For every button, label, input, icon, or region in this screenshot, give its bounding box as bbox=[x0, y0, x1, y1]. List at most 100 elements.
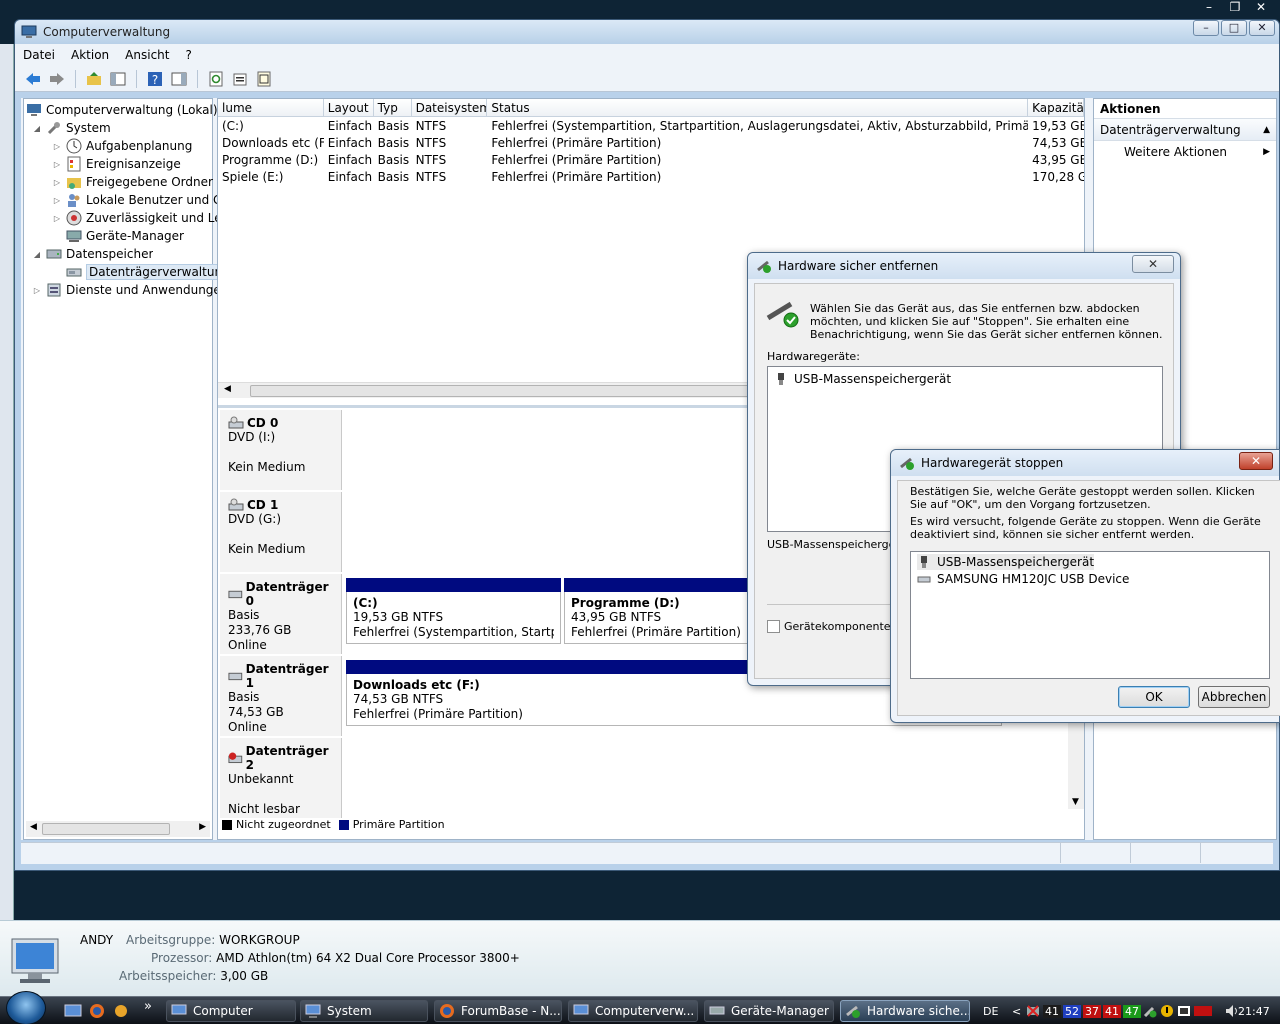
taskbar-item-computerverwaltung[interactable]: Computerverw... bbox=[568, 1000, 698, 1022]
actions-section[interactable]: Datenträgerverwaltung ▲ bbox=[1094, 119, 1276, 141]
collapse-up-icon[interactable]: ▲ bbox=[1263, 119, 1270, 141]
expand-arrow-icon[interactable]: ▷ bbox=[52, 214, 62, 223]
refresh-icon[interactable] bbox=[206, 69, 226, 89]
title-bar[interactable]: Computerverwaltung bbox=[15, 20, 1279, 44]
taskbar-item-firefox[interactable]: ForumBase - N... bbox=[434, 1000, 562, 1022]
taskbar-item-geraete-manager[interactable]: Geräte-Manager bbox=[704, 1000, 834, 1022]
safely-remove-tray-icon[interactable] bbox=[1143, 1004, 1157, 1018]
bg-close-button[interactable]: ✕ bbox=[1250, 0, 1272, 14]
network-disabled-icon[interactable] bbox=[1026, 1004, 1040, 1018]
quicklaunch-more-icon[interactable]: » bbox=[144, 999, 152, 1014]
expand-arrow-icon[interactable]: ▷ bbox=[32, 286, 42, 295]
tray-monitor-value-4[interactable]: 41 bbox=[1103, 1004, 1121, 1018]
list-item[interactable]: USB-Massenspeichergerät bbox=[774, 371, 951, 387]
tree-item-root[interactable]: Computerverwaltung (Lokal) bbox=[26, 101, 218, 119]
hard-disk-icon bbox=[228, 590, 243, 599]
language-indicator[interactable]: DE bbox=[983, 1001, 998, 1021]
list-item[interactable]: USB-Massenspeichergerät bbox=[917, 554, 1095, 570]
show-hide-action-pane-icon[interactable] bbox=[169, 69, 189, 89]
scroll-left-arrow-icon[interactable]: ◀ bbox=[30, 822, 37, 832]
close-button[interactable]: ✕ bbox=[1249, 20, 1275, 36]
show-desktop-icon[interactable] bbox=[64, 1003, 82, 1019]
column-header-capacity[interactable]: Kapazität bbox=[1028, 99, 1084, 116]
tree-item-lokale-benutzer[interactable]: ▷ Lokale Benutzer und Gr bbox=[52, 191, 227, 209]
partition-name: Programme (D:) bbox=[571, 596, 680, 610]
tree-item-geraete-manager[interactable]: Geräte-Manager bbox=[66, 227, 184, 245]
background-window-edge bbox=[0, 44, 14, 924]
expand-arrow-icon[interactable]: ▷ bbox=[52, 160, 62, 169]
properties-icon[interactable] bbox=[230, 69, 250, 89]
minimize-button[interactable]: – bbox=[1193, 20, 1219, 36]
menu-aktion[interactable]: Aktion bbox=[71, 48, 109, 62]
scroll-right-arrow-icon[interactable]: ▶ bbox=[199, 822, 206, 832]
tree-item-system[interactable]: ◢ System bbox=[32, 119, 111, 137]
tree-horizontal-scrollbar[interactable]: ◀ ▶ bbox=[26, 821, 210, 837]
taskbar-item-computer[interactable]: Computer bbox=[166, 1000, 296, 1022]
dialog-close-button[interactable]: ✕ bbox=[1132, 255, 1174, 273]
list-item[interactable]: SAMSUNG HM120JC USB Device bbox=[917, 571, 1129, 587]
cancel-button[interactable]: Abbrechen bbox=[1198, 686, 1270, 708]
column-header-type[interactable]: Typ bbox=[374, 99, 412, 116]
table-row[interactable]: Programme (D:) Einfach Basis NTFS Fehler… bbox=[218, 152, 1084, 169]
taskbar-item-hardware-remove[interactable]: Hardware siche... bbox=[840, 1000, 970, 1022]
menu-help[interactable]: ? bbox=[185, 48, 191, 62]
tray-monitor-value-3[interactable]: 37 bbox=[1083, 1004, 1101, 1018]
tree-item-dienste[interactable]: ▷ Dienste und Anwendungen bbox=[32, 281, 229, 299]
warning-tray-icon[interactable] bbox=[1160, 1004, 1174, 1018]
back-arrow-icon[interactable] bbox=[23, 69, 43, 89]
firefox-icon[interactable] bbox=[88, 1003, 106, 1019]
bg-minimize-button[interactable]: – bbox=[1198, 0, 1220, 14]
expand-arrow-icon[interactable]: ▷ bbox=[52, 196, 62, 205]
scroll-left-arrow-icon[interactable]: ◀ bbox=[224, 384, 231, 394]
column-header-filesystem[interactable]: Dateisystem bbox=[412, 99, 488, 116]
column-header-layout[interactable]: Layout bbox=[324, 99, 374, 116]
tree-item-datenspeicher[interactable]: ◢ Datenspeicher bbox=[32, 245, 153, 263]
disk-2[interactable]: Datenträger 2 Unbekannt Nicht lesbar bbox=[220, 738, 1070, 818]
dialog-title-bar[interactable]: Hardware sicher entfernen bbox=[748, 253, 1180, 279]
partition-d[interactable]: Programme (D:) 43,95 GB NTFS Fehlerfrei … bbox=[564, 578, 754, 644]
tree-item-zuverlaessigkeit[interactable]: ▷ Zuverlässigkeit und Leis bbox=[52, 209, 231, 227]
tray-expand-icon[interactable]: < bbox=[1012, 1001, 1021, 1021]
expand-arrow-icon[interactable]: ▷ bbox=[52, 142, 62, 151]
quicklaunch-app-icon[interactable] bbox=[112, 1003, 130, 1019]
tree-item-datentraegerverwaltung[interactable]: Datenträgerverwaltung bbox=[66, 263, 233, 281]
tree-item-aufgabenplanung[interactable]: ▷ Aufgabenplanung bbox=[52, 137, 192, 155]
partition-c[interactable]: (C:) 19,53 GB NTFS Fehlerfrei (Systempar… bbox=[346, 578, 561, 644]
maximize-button[interactable]: □ bbox=[1221, 20, 1247, 36]
table-row[interactable]: Downloads etc (F:) Einfach Basis NTFS Fe… bbox=[218, 135, 1084, 152]
collapse-arrow-icon[interactable]: ◢ bbox=[32, 124, 42, 133]
checkbox-box[interactable] bbox=[767, 620, 780, 633]
tray-monitor-value-5[interactable]: 47 bbox=[1123, 1004, 1141, 1018]
tree-item-ereignisanzeige[interactable]: ▷ Ereignisanzeige bbox=[52, 155, 181, 173]
table-row[interactable]: Spiele (E:) Einfach Basis NTFS Fehlerfre… bbox=[218, 169, 1084, 186]
tray-monitor-value-2[interactable]: 52 bbox=[1063, 1004, 1081, 1018]
scroll-thumb[interactable] bbox=[42, 823, 170, 835]
devices-to-stop-list[interactable]: USB-Massenspeichergerät SAMSUNG HM120JC … bbox=[910, 551, 1270, 679]
menu-ansicht[interactable]: Ansicht bbox=[125, 48, 169, 62]
status-panel bbox=[1061, 843, 1131, 863]
start-button[interactable] bbox=[6, 991, 46, 1024]
ok-button[interactable]: OK bbox=[1118, 686, 1190, 708]
tray-monitor-value-1[interactable]: 41 bbox=[1043, 1004, 1061, 1018]
ati-tray-icon[interactable] bbox=[1194, 1004, 1212, 1018]
scroll-down-arrow-icon[interactable]: ▼ bbox=[1072, 797, 1079, 807]
show-hide-tree-icon[interactable] bbox=[108, 69, 128, 89]
column-header-status[interactable]: Status bbox=[487, 99, 1029, 116]
security-tray-icon[interactable] bbox=[1177, 1004, 1191, 1018]
up-folder-icon[interactable] bbox=[84, 69, 104, 89]
collapse-arrow-icon[interactable]: ◢ bbox=[32, 250, 42, 259]
export-icon[interactable] bbox=[254, 69, 274, 89]
clock[interactable]: 21:47 bbox=[1238, 1001, 1270, 1021]
forward-arrow-icon[interactable] bbox=[47, 69, 67, 89]
expand-arrow-icon[interactable]: ▷ bbox=[52, 178, 62, 187]
help-icon[interactable]: ? bbox=[145, 69, 165, 89]
column-header-volume[interactable]: lume bbox=[218, 99, 324, 116]
tree-item-freigegebene-ordner[interactable]: ▷ Freigegebene Ordner bbox=[52, 173, 213, 191]
bg-restore-button[interactable]: ❐ bbox=[1224, 0, 1246, 14]
taskbar-item-system[interactable]: System bbox=[300, 1000, 428, 1022]
menu-datei[interactable]: Datei bbox=[23, 48, 55, 62]
more-actions-item[interactable]: Weitere Aktionen ▶ bbox=[1094, 141, 1276, 163]
table-row[interactable]: (C:) Einfach Basis NTFS Fehlerfrei (Syst… bbox=[218, 118, 1084, 135]
dialog-close-button[interactable]: ✕ bbox=[1239, 452, 1273, 470]
dialog-title-bar[interactable]: Hardwaregerät stoppen bbox=[891, 450, 1279, 476]
